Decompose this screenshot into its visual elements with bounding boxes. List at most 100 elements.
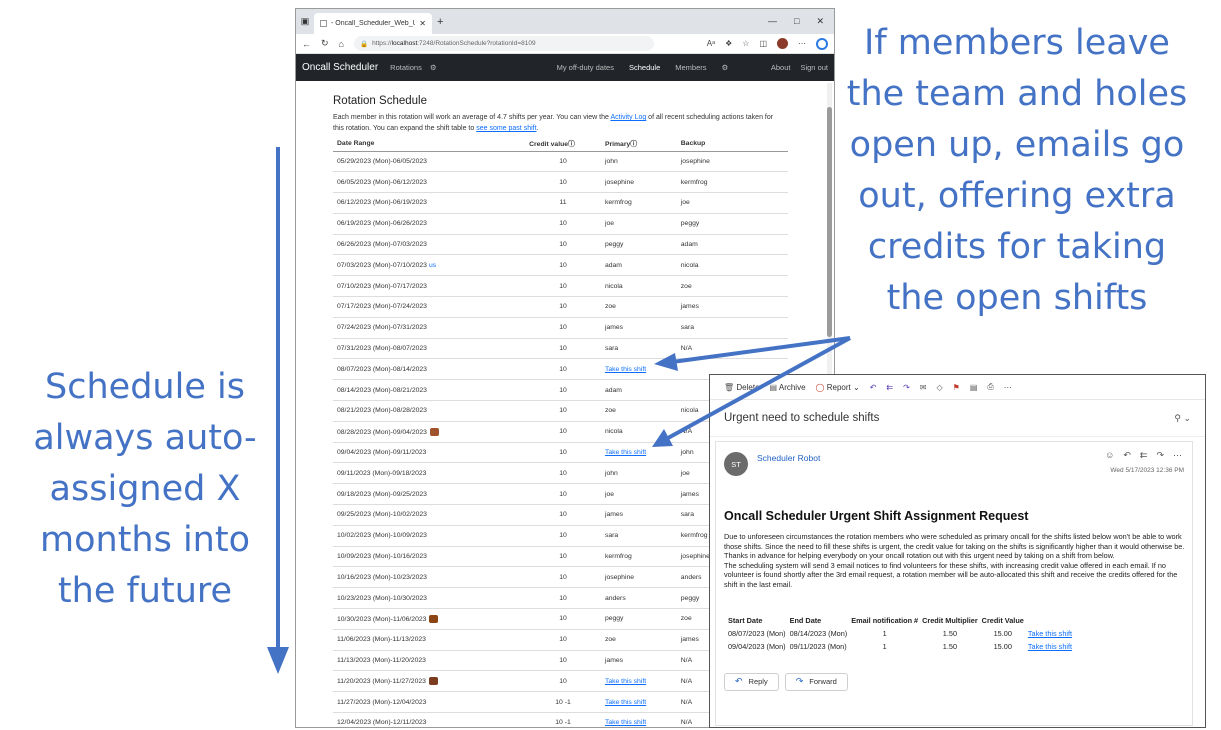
print-icon[interactable]: ⎙ [987,382,993,392]
take-shift-link[interactable]: Take this shift [605,699,646,706]
bing-icon[interactable] [816,37,828,50]
take-shift-link[interactable]: Take this shift [1028,629,1072,638]
primary-text: joe [604,220,615,228]
credit-value-cell: 10 -1 [525,712,601,727]
primary-cell: josephine [600,566,677,589]
more-icon[interactable]: ⋯ [798,39,806,48]
primary-cell: john [600,462,677,485]
credit-value-text: 10 [559,365,567,373]
take-shift-link[interactable]: Take this shift [605,366,646,373]
undo-icon[interactable]: ↶ [870,383,877,392]
date-range-cell: 09/25/2023 (Mon)-10/02/2023 [333,504,526,526]
take-shift-link[interactable]: Take this shift [605,449,646,456]
close-tab-icon[interactable]: ✕ [419,19,426,28]
primary-cell: nicola [600,421,677,443]
credit-value-text: 10 [559,220,567,228]
nav-my-offduty[interactable]: My off-duty dates [557,63,614,72]
annotation-line: the open shifts [886,278,1148,318]
reply-all-icon[interactable]: ⇇ [1140,450,1148,461]
nav-schedule[interactable]: Schedule [629,63,660,72]
sender-name[interactable]: Scheduler Robot [757,453,820,463]
credit-value-text: 10 [559,345,567,353]
app-brand[interactable]: Oncall Scheduler [302,62,378,73]
window-menu-icon[interactable]: ▣ [296,16,314,27]
maximize-icon[interactable]: □ [794,16,799,27]
lock-icon: 🔒 [359,40,369,48]
flag-icon[interactable]: ⚑ [953,383,960,392]
take-shift-link[interactable]: Take this shift [605,678,646,685]
backup-cell: adam [676,234,788,256]
browser-tab[interactable]: - Oncall_Scheduler_Web_UI ✕ [314,13,432,34]
credit-value-text: 10 [559,636,567,644]
date-range-cell: 06/26/2023 (Mon)-07/03/2023 [333,234,526,256]
reply-icon[interactable]: ↶ [1123,450,1131,461]
favorites-icon[interactable]: ☆ [742,39,749,48]
refresh-icon[interactable]: ↻ [321,38,329,49]
tag-icon[interactable]: ◇ [937,383,943,392]
column-header: Credit Multiplier [922,615,978,625]
date-range-cell: 08/14/2023 (Mon)-08/21/2023 [333,379,526,402]
composite-slide: If members leave the team and holes open… [0,0,1221,730]
report-button[interactable]: ◯ Report ⌄ [816,383,860,392]
credit-value-text: 10 [559,324,567,332]
credit-multiplier: 1.50 [942,628,957,638]
minimize-icon[interactable]: — [768,16,777,27]
primary-text: kermfrog [604,553,632,561]
primary-text: sara [604,532,619,540]
reply-button[interactable]: ↶ Reply [724,672,779,691]
take-shift-link[interactable]: Take this shift [1028,642,1072,651]
backup-cell: N/A [676,338,788,360]
date-range-text: 05/29/2023 (Mon)-06/05/2023 [337,157,427,165]
mark-read-icon[interactable]: ✉ [920,383,927,392]
reply-all-icon[interactable]: ⇇ [886,383,893,392]
table-row: 05/29/2023 (Mon)-06/05/2023 10 john josephi… [333,151,788,173]
primary-cell: james [600,650,677,672]
url-input[interactable]: 🔒 https://localhost:7248/RotationSchedul… [353,36,654,51]
forward-icon[interactable]: ↷ [903,383,910,392]
date-range-cell: 07/03/2023 (Mon)-07/10/2023 us [333,254,526,277]
page-description: Each member in this rotation will work a… [333,114,774,132]
primary-cell: adam [600,379,677,402]
backup-cell: peggy [676,213,788,235]
close-window-icon[interactable]: ✕ [816,16,824,27]
read-aloud-icon[interactable]: Aᵃ [707,39,715,48]
primary-text: adam [604,386,622,394]
nav-rotations[interactable]: Rotations [390,63,422,72]
take-shift-link[interactable]: Take this shift [605,719,646,726]
forward-icon[interactable]: ↷ [1156,450,1164,461]
forward-button[interactable]: ↷ Forward [784,672,848,691]
back-icon[interactable]: ← [302,39,311,49]
backup-text: nicola [680,407,699,415]
gear-icon[interactable]: ⚙ [430,63,437,72]
nav-signout[interactable]: Sign out [800,63,828,72]
nav-about[interactable]: About [771,63,791,72]
profile-avatar[interactable] [777,38,788,49]
date-range-cell: 10/30/2023 (Mon)-11/06/2023 [333,608,526,630]
primary-text: sara [604,345,619,353]
credit-value-text: 10 [559,532,567,540]
zoom-icon[interactable]: ⚲ ⌄ [1174,413,1191,424]
move-icon[interactable]: ▤ [970,383,978,392]
collections-icon[interactable]: ◫ [759,39,767,48]
more-icon[interactable]: ⋯ [1173,450,1182,461]
archive-button[interactable]: ▤ Archive [770,383,806,392]
scrollbar-thumb[interactable] [827,107,832,337]
new-tab-icon[interactable]: + [437,16,443,28]
activity-log-link[interactable]: Activity Log [610,114,646,121]
mail-paragraph: The scheduling system will send 3 email … [724,560,1178,589]
primary-cell: james [600,504,677,526]
column-header: Email notification # [851,615,919,625]
delete-button[interactable]: 🗑 Delete [724,383,760,392]
gear-icon[interactable]: ⚙ [722,63,729,72]
emoji-icon[interactable]: ☺ [1105,450,1114,461]
more-icon[interactable]: ⋯ [1004,383,1012,392]
home-icon[interactable]: ⌂ [339,39,344,49]
table-row: 06/26/2023 (Mon)-07/03/2023 10 peggy adam [333,234,788,256]
extensions-icon[interactable]: ❖ [725,39,732,48]
holiday-us-link[interactable]: us [429,262,436,269]
primary-text: kermfrog [604,199,632,207]
past-shifts-link[interactable]: see some past shift [476,125,536,132]
reply-icon: ↶ [735,676,743,687]
nav-members[interactable]: Members [675,63,706,72]
credit-value-cell: 10 [525,546,601,568]
